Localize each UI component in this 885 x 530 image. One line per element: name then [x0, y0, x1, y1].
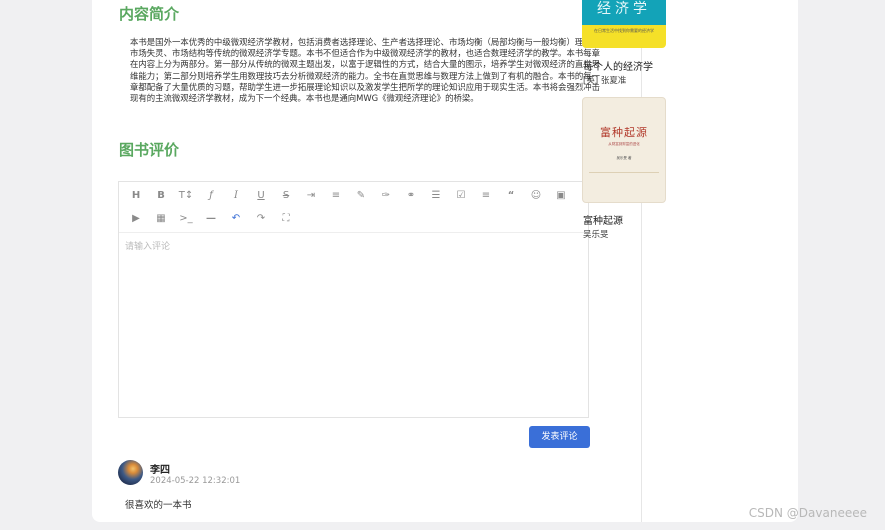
editor-toolbar: H B T↕ ƒ I U S ⇥ ≡ ✎ ✑ ⚭ ☰ ☑ ≡ “ ☺ ▣ ▶ ▦ — [119, 182, 588, 233]
link-icon[interactable]: ⚭ — [402, 188, 420, 204]
table-icon[interactable]: ▦ — [152, 211, 170, 227]
quote-icon[interactable]: “ — [502, 188, 520, 204]
main-column: 内容简介 本书是国外一本优秀的中级微观经济学教材，包括消费者选择理论、生产者选择… — [92, 0, 642, 522]
book-title-link[interactable]: 每个人的经济学 — [583, 58, 653, 73]
avatar — [118, 460, 143, 485]
text-size-icon[interactable]: T↕ — [177, 188, 195, 204]
book-title-link[interactable]: 富种起源 — [583, 212, 623, 227]
column-divider — [641, 0, 642, 522]
italic-icon[interactable]: I — [227, 188, 245, 204]
heading-icon[interactable]: H — [127, 188, 145, 204]
comment-time: 2024-05-22 12:32:01 — [150, 476, 241, 486]
submit-comment-button[interactable]: 发表评论 — [529, 426, 590, 448]
content-heading: 内容简介 — [119, 5, 180, 23]
book-cover-subtitle: 在日常生活中找到你需要的经济学 — [594, 28, 654, 33]
emoji-icon[interactable]: ☺ — [527, 188, 545, 204]
comment-text: 很喜欢的一本书 — [125, 500, 192, 511]
comment-placeholder[interactable]: 请输入评论 — [125, 239, 170, 252]
book-cover-economics[interactable]: 经济学 在日常生活中找到你需要的经济学 — [582, 0, 666, 48]
comment-author: 李四 — [150, 465, 170, 476]
book-author: 吴乐旻 — [583, 230, 609, 240]
book-cover-fuzhongqiyuan[interactable]: 富种起源 从财富到财富的进化 吴乐旻 著 — [582, 97, 666, 203]
book-cover-title: 经济学 — [597, 1, 651, 17]
highlight-icon[interactable]: ✎ — [352, 188, 370, 204]
checkbox-icon[interactable]: ☑ — [452, 188, 470, 204]
book-detail-card: 内容简介 本书是国外一本优秀的中级微观经济学教材，包括消费者选择理论、生产者选择… — [92, 0, 798, 522]
book-description: 本书是国外一本优秀的中级微观经济学教材，包括消费者选择理论、生产者选择理论、市场… — [130, 37, 600, 104]
video-icon[interactable]: ▶ — [127, 211, 145, 227]
book-cover-title: 富种起源 — [600, 126, 648, 139]
cover-band — [589, 172, 659, 191]
underline-icon[interactable]: U — [252, 188, 270, 204]
code-icon[interactable]: >_ — [177, 211, 195, 227]
book-cover-author: 吴乐旻 著 — [616, 156, 632, 160]
redo-icon[interactable]: ↷ — [252, 211, 270, 227]
comment-editor[interactable]: H B T↕ ƒ I U S ⇥ ≡ ✎ ✑ ⚭ ☰ ☑ ≡ “ ☺ ▣ ▶ ▦ — [118, 181, 589, 418]
strikethrough-icon[interactable]: S — [277, 188, 295, 204]
strikethrough-f-icon[interactable]: ƒ — [202, 188, 220, 204]
book-author: [英] 张夏准 — [583, 76, 627, 86]
undo-icon[interactable]: ↶ — [227, 211, 245, 227]
fullscreen-icon[interactable]: ⛶ — [277, 211, 295, 227]
bold-icon[interactable]: B — [152, 188, 170, 204]
brush-icon[interactable]: ✑ — [377, 188, 395, 204]
list-icon[interactable]: ☰ — [427, 188, 445, 204]
indent-icon[interactable]: ⇥ — [302, 188, 320, 204]
align-left-icon[interactable]: ≡ — [477, 188, 495, 204]
hr-icon[interactable]: — — [202, 211, 220, 227]
watermark: CSDN @Davaneeee — [748, 506, 867, 520]
book-cover-subtitle: 从财富到财富的进化 — [608, 142, 640, 146]
align-icon[interactable]: ≡ — [327, 188, 345, 204]
review-heading: 图书评价 — [119, 141, 180, 159]
image-icon[interactable]: ▣ — [552, 188, 570, 204]
